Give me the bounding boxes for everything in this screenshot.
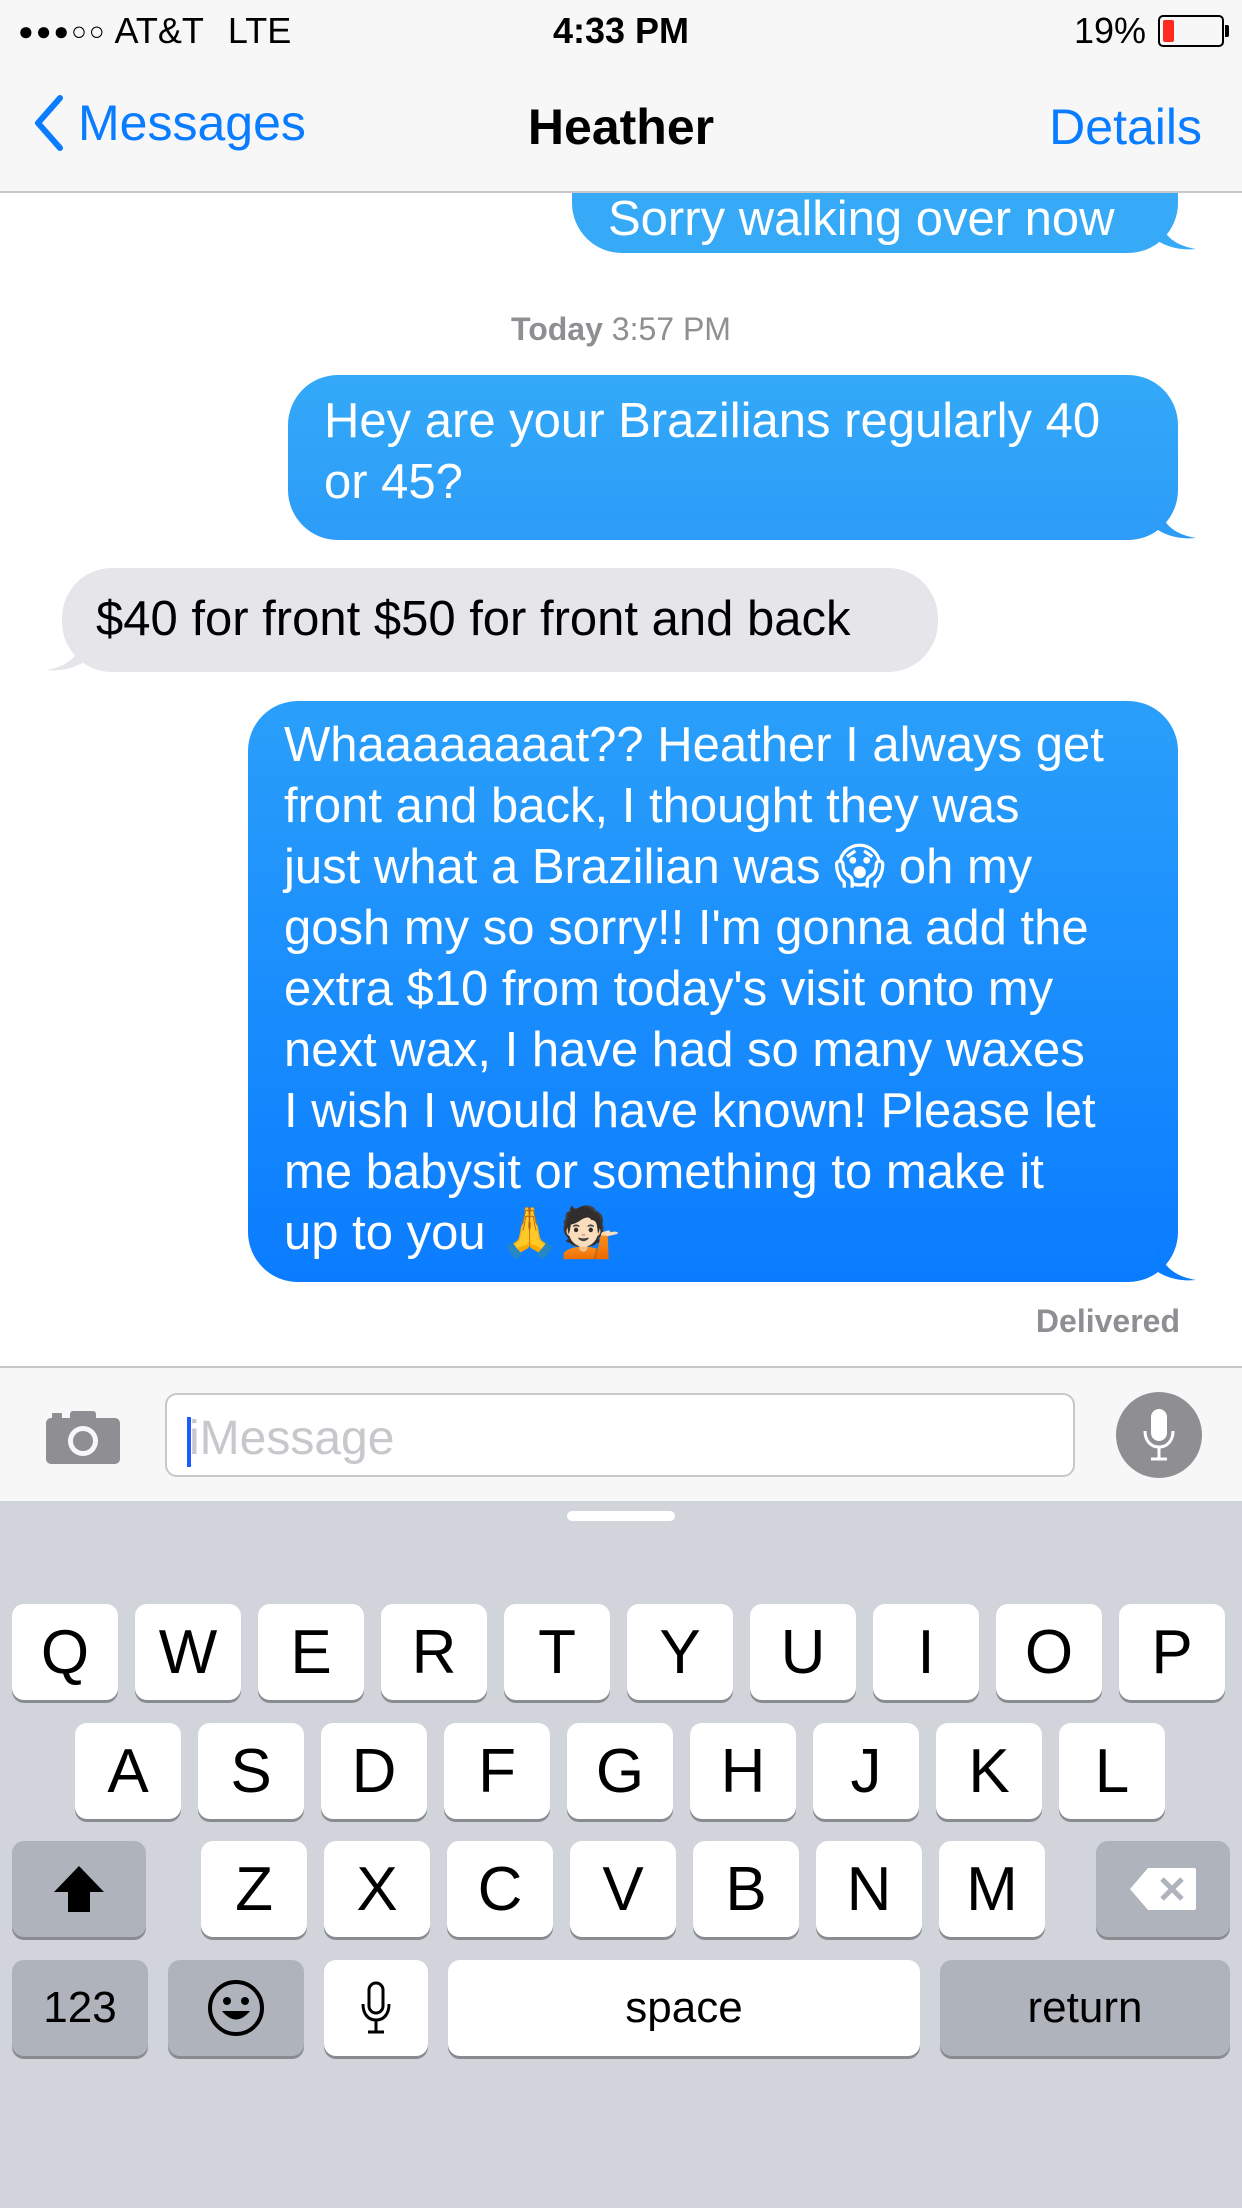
input-placeholder: iMessage	[189, 1412, 395, 1465]
outgoing-message[interactable]: Sorry walking over now	[572, 193, 1178, 253]
keyboard-handle	[567, 1511, 675, 1521]
keyboard: 123 space return QWERTYUIOP ASDFGHJKL ZXCV…	[0, 1501, 1242, 2208]
message-text: $40 for front $50 for front and back	[96, 592, 851, 646]
battery-icon	[1158, 15, 1229, 47]
incoming-message[interactable]: $40 for front $50 for front and back	[62, 568, 938, 672]
status-bar: ●●●○○ AT&T LTE 4:33 PM 19%	[0, 0, 1242, 60]
message-text-line: next wax, I have had so many waxes	[284, 1023, 1085, 1077]
details-button[interactable]: Details	[1049, 98, 1202, 156]
key-t[interactable]: T	[504, 1604, 610, 1700]
message-text-line: up to you 🙏💁🏻	[284, 1206, 622, 1260]
key-e[interactable]: E	[258, 1604, 364, 1700]
message-text-line: Hey are your Brazilians regularly 40	[324, 394, 1101, 448]
key-s[interactable]: S	[198, 1723, 304, 1819]
key-m[interactable]: M	[939, 1841, 1045, 1937]
message-text-line: front and back, I thought they was	[284, 779, 1020, 833]
key-n[interactable]: N	[816, 1841, 922, 1937]
timestamp-time: 3:57 PM	[611, 311, 731, 347]
timestamp-day: Today	[511, 311, 603, 347]
key-f[interactable]: F	[444, 1723, 550, 1819]
return-key[interactable]: return	[940, 1960, 1230, 2056]
key-o[interactable]: O	[996, 1604, 1102, 1700]
key-i[interactable]: I	[873, 1604, 979, 1700]
key-b[interactable]: B	[693, 1841, 799, 1937]
message-text-line: or 45?	[324, 455, 463, 509]
key-h[interactable]: H	[690, 1723, 796, 1819]
message-input-bar: iMessage	[0, 1366, 1242, 1503]
message-text-line: just what a Brazilian was 😱 oh my	[284, 840, 1033, 894]
key-c[interactable]: C	[447, 1841, 553, 1937]
backspace-icon	[1130, 1868, 1196, 1910]
bubble-tail	[1158, 211, 1196, 250]
message-text: Whaaaaaaaat?? Heather I always get front …	[284, 715, 1178, 1264]
key-j[interactable]: J	[813, 1723, 919, 1819]
numbers-key[interactable]: 123	[12, 1960, 148, 2056]
shift-arrow-icon	[54, 1866, 104, 1912]
status-time: 4:33 PM	[552, 10, 690, 51]
message-text-line: Whaaaaaaaat?? Heather I always get	[284, 718, 1104, 772]
microphone-icon	[361, 1981, 391, 2034]
battery-level	[1163, 20, 1174, 42]
key-g[interactable]: G	[567, 1723, 673, 1819]
battery-percent: 19%	[1073, 10, 1146, 51]
key-k[interactable]: K	[936, 1723, 1042, 1819]
imessage-input[interactable]: iMessage	[165, 1393, 1075, 1477]
key-p[interactable]: P	[1119, 1604, 1225, 1700]
emoji-smiley-icon	[208, 1980, 264, 2036]
bubble-tail	[46, 632, 84, 671]
microphone-icon	[1143, 1409, 1175, 1461]
conversation-view[interactable]: Sorry walking over now Today 3:57 PM Hey…	[0, 193, 1242, 1366]
outgoing-message[interactable]: Hey are your Brazilians regularly 40 or …	[288, 375, 1178, 540]
delete-key[interactable]	[1096, 1841, 1230, 1937]
camera-icon	[46, 1411, 120, 1464]
audio-message-button[interactable]	[1116, 1392, 1202, 1478]
key-x[interactable]: X	[324, 1841, 430, 1937]
text-cursor	[187, 1417, 191, 1467]
navigation-bar: Messages Heather Details	[0, 60, 1242, 193]
status-right: 19%	[1073, 10, 1229, 52]
message-text-line: extra $10 from today's visit onto my	[284, 962, 1054, 1016]
key-d[interactable]: D	[321, 1723, 427, 1819]
message-text: Sorry walking over now	[608, 193, 1115, 246]
key-z[interactable]: Z	[201, 1841, 307, 1937]
shift-key[interactable]	[12, 1841, 146, 1937]
emoji-key[interactable]	[168, 1960, 304, 2056]
message-text-line: me babysit or something to make it	[284, 1145, 1044, 1199]
key-u[interactable]: U	[750, 1604, 856, 1700]
key-q[interactable]: Q	[12, 1604, 118, 1700]
space-key[interactable]: space	[448, 1960, 920, 2056]
delivered-status: Delivered	[1035, 1303, 1180, 1339]
bubble-tail	[1158, 500, 1196, 539]
key-y[interactable]: Y	[627, 1604, 733, 1700]
bubble-tail	[1158, 1242, 1196, 1281]
outgoing-message[interactable]: Whaaaaaaaat?? Heather I always get front …	[248, 701, 1178, 1282]
timestamp: Today 3:57 PM	[0, 311, 1242, 348]
key-w[interactable]: W	[135, 1604, 241, 1700]
message-text-line: gosh my so sorry!! I'm gonna add the	[284, 901, 1089, 955]
dictation-key[interactable]	[324, 1960, 428, 2056]
key-v[interactable]: V	[570, 1841, 676, 1937]
key-r[interactable]: R	[381, 1604, 487, 1700]
key-a[interactable]: A	[75, 1723, 181, 1819]
camera-button[interactable]	[44, 1408, 122, 1471]
message-text-line: I wish I would have known! Please let	[284, 1084, 1096, 1138]
key-l[interactable]: L	[1059, 1723, 1165, 1819]
